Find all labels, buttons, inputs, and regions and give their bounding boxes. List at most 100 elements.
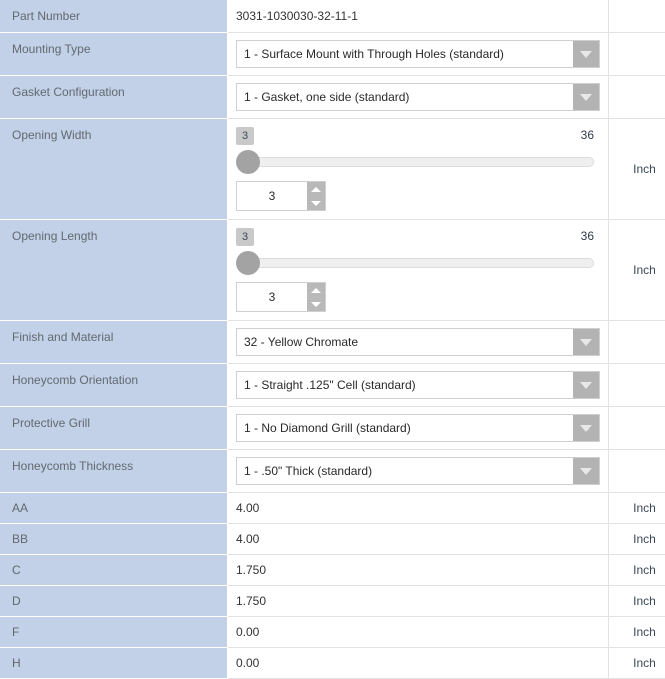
slider-handle-opening-length[interactable] [236,251,260,275]
label-finish-and-material: Finish and Material [0,321,228,364]
unit-opening-width: Inch [609,119,665,220]
select-mounting-type-value: 1 - Surface Mount with Through Holes (st… [244,41,569,67]
row-part-number: Part Number 3031-1030030-32-11-1 [0,0,665,33]
select-protective-grill-value: 1 - No Diamond Grill (standard) [244,415,569,441]
row-mounting-type: Mounting Type 1 - Surface Mount with Thr… [0,33,665,76]
value-gasket-configuration: 1 - Gasket, one side (standard) [228,76,609,119]
opening-width-input[interactable]: 3 [237,182,307,210]
slider-min-opening-width: 3 [236,127,254,145]
unit-dimension-c: Inch [609,555,665,586]
row-finish-and-material: Finish and Material 32 - Yellow Chromate [0,321,665,364]
select-finish-and-material-value: 32 - Yellow Chromate [244,329,569,355]
quantity-stepper-opening-width[interactable]: 3 [236,181,326,211]
spinner-up-glyph [311,187,321,192]
select-honeycomb-orientation-value: 1 - Straight .125" Cell (standard) [244,372,569,398]
chevron-down-glyph [580,339,592,346]
select-honeycomb-thickness-value: 1 - .50" Thick (standard) [244,458,569,484]
label-dimension-bb: BB [0,524,228,555]
table-row: BB 4.00 Inch [0,524,665,555]
value-mounting-type: 1 - Surface Mount with Through Holes (st… [228,33,609,76]
chevron-down-glyph [580,94,592,101]
unit-opening-length: Inch [609,220,665,321]
chevron-down-icon[interactable] [573,415,599,441]
chevron-down-glyph [580,468,592,475]
slider-max-opening-width: 36 [581,128,594,142]
unit-protective-grill [609,407,665,450]
select-protective-grill[interactable]: 1 - No Diamond Grill (standard) [236,414,600,442]
select-mounting-type[interactable]: 1 - Surface Mount with Through Holes (st… [236,40,600,68]
slider-opening-length[interactable] [236,250,600,274]
spinner-buttons-opening-width[interactable] [307,182,325,210]
select-gasket-configuration-value: 1 - Gasket, one side (standard) [244,84,569,110]
chevron-down-glyph [580,51,592,58]
spinner-down-glyph [311,302,321,307]
unit-honeycomb-thickness [609,450,665,493]
unit-dimension-h: Inch [609,648,665,679]
unit-dimension-aa: Inch [609,493,665,524]
unit-honeycomb-orientation [609,364,665,407]
value-protective-grill: 1 - No Diamond Grill (standard) [228,407,609,450]
row-gasket-configuration: Gasket Configuration 1 - Gasket, one sid… [0,76,665,119]
table-row: C 1.750 Inch [0,555,665,586]
label-dimension-f: F [0,617,228,648]
chevron-down-glyph [580,382,592,389]
select-gasket-configuration[interactable]: 1 - Gasket, one side (standard) [236,83,600,111]
row-honeycomb-thickness: Honeycomb Thickness 1 - .50" Thick (stan… [0,450,665,493]
value-finish-and-material: 32 - Yellow Chromate [228,321,609,364]
slider-handle-opening-width[interactable] [236,150,260,174]
chevron-down-icon[interactable] [573,372,599,398]
label-mounting-type: Mounting Type [0,33,228,76]
value-dimension-c: 1.750 [228,555,609,586]
label-honeycomb-thickness: Honeycomb Thickness [0,450,228,493]
row-protective-grill: Protective Grill 1 - No Diamond Grill (s… [0,407,665,450]
product-configurator-grid: Part Number 3031-1030030-32-11-1 Mountin… [0,0,665,679]
chevron-down-glyph [580,425,592,432]
label-opening-length: Opening Length [0,220,228,321]
unit-part-number [609,0,665,33]
label-part-number: Part Number [0,0,228,33]
value-opening-length: 3 36 3 [228,220,609,321]
row-honeycomb-orientation: Honeycomb Orientation 1 - Straight .125"… [0,364,665,407]
spinner-up-icon[interactable] [307,283,325,297]
label-opening-width: Opening Width [0,119,228,220]
unit-gasket-configuration [609,76,665,119]
spinner-down-icon[interactable] [307,196,325,210]
slider-block-opening-width: 3 36 3 [228,119,608,219]
value-dimension-d: 1.750 [228,586,609,617]
value-dimension-f: 0.00 [228,617,609,648]
spinner-down-glyph [311,201,321,206]
quantity-stepper-opening-length[interactable]: 3 [236,282,326,312]
chevron-down-icon[interactable] [573,41,599,67]
row-opening-length: Opening Length 3 36 3 [0,220,665,321]
table-row: F 0.00 Inch [0,617,665,648]
table-row: D 1.750 Inch [0,586,665,617]
spinner-up-icon[interactable] [307,182,325,196]
value-dimension-h: 0.00 [228,648,609,679]
spinner-down-icon[interactable] [307,297,325,311]
select-finish-and-material[interactable]: 32 - Yellow Chromate [236,328,600,356]
part-number-text: 3031-1030030-32-11-1 [228,0,608,32]
select-honeycomb-thickness[interactable]: 1 - .50" Thick (standard) [236,457,600,485]
spinner-up-glyph [311,288,321,293]
chevron-down-icon[interactable] [573,458,599,484]
unit-dimension-d: Inch [609,586,665,617]
chevron-down-icon[interactable] [573,84,599,110]
row-opening-width: Opening Width 3 36 3 [0,119,665,220]
value-dimension-bb: 4.00 [228,524,609,555]
label-gasket-configuration: Gasket Configuration [0,76,228,119]
spinner-buttons-opening-length[interactable] [307,283,325,311]
label-dimension-d: D [0,586,228,617]
opening-length-input[interactable]: 3 [237,283,307,311]
slider-max-opening-length: 36 [581,229,594,243]
unit-mounting-type [609,33,665,76]
value-opening-width: 3 36 3 [228,119,609,220]
chevron-down-icon[interactable] [573,329,599,355]
unit-dimension-bb: Inch [609,524,665,555]
slider-track-opening-width[interactable] [244,157,594,167]
unit-dimension-f: Inch [609,617,665,648]
select-honeycomb-orientation[interactable]: 1 - Straight .125" Cell (standard) [236,371,600,399]
slider-min-opening-length: 3 [236,228,254,246]
slider-track-opening-length[interactable] [244,258,594,268]
table-row: AA 4.00 Inch [0,493,665,524]
slider-opening-width[interactable] [236,149,600,173]
